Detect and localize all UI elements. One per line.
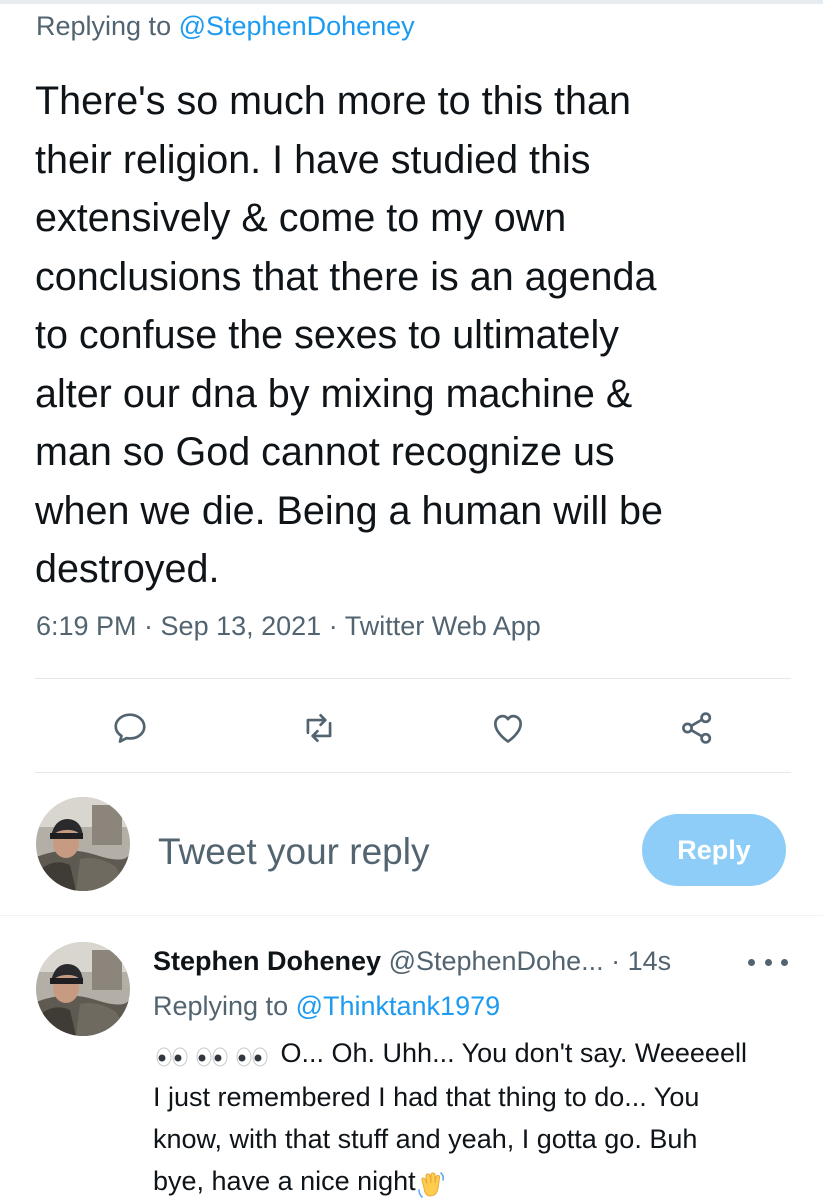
divider: [0, 915, 823, 916]
eyes-emoji: [153, 1034, 191, 1076]
more-options-icon[interactable]: [748, 950, 788, 974]
reply-icon: [114, 713, 146, 743]
avatar-photo: [36, 797, 130, 891]
divider: [35, 678, 791, 679]
reply-author-avatar[interactable]: [36, 942, 130, 1036]
reply-text-first: O... Oh. Uhh... You don't say. Weeeeell: [280, 1038, 747, 1068]
reply-replying-to: Replying to @Thinktank1979: [153, 988, 500, 1024]
tweet-text: There's so much more to this than their …: [35, 72, 795, 599]
top-separator: [0, 0, 823, 4]
replying-to-prefix: Replying to: [36, 11, 179, 41]
reply-separator: ·: [603, 946, 628, 976]
reply-author-handle[interactable]: @StephenDohe...: [389, 946, 604, 976]
reply-text-line: O... Oh. Uhh... You don't say. Weeeeell: [153, 1032, 803, 1076]
eyes-emoji: [233, 1034, 271, 1076]
replying-to: Replying to @StephenDoheney: [36, 8, 415, 44]
reply-action-button[interactable]: [108, 706, 152, 750]
tweet-reply-input[interactable]: [158, 828, 598, 876]
tweet-text-line: extensively & come to my own: [35, 196, 567, 240]
tweet-text-line: conclusions that there is an agenda: [35, 254, 657, 299]
reply-time[interactable]: 14s: [628, 946, 672, 976]
tweet-timestamp[interactable]: 6:19 PM · Sep 13, 2021 · Twitter Web App: [36, 608, 541, 644]
reply-text: O... Oh. Uhh... You don't say. Weeeeell …: [153, 1032, 803, 1204]
reply-header: Stephen Doheney @StephenDohe... · 14s: [153, 943, 671, 979]
heart-icon: [493, 714, 523, 743]
reply-text-line: bye, have a nice night: [153, 1160, 803, 1204]
reply-text-last: bye, have a nice night: [153, 1165, 416, 1196]
tweet-text-line: when we die. Being a human will be: [35, 488, 663, 533]
replying-to-handle-link[interactable]: @StephenDoheney: [179, 11, 415, 41]
retweet-icon: [306, 713, 332, 743]
tweet-text-line: their religion. I have studied this: [35, 137, 591, 182]
divider: [35, 772, 791, 773]
like-action-button[interactable]: [486, 706, 530, 750]
eyes-emoji: [193, 1034, 231, 1076]
dot: [781, 958, 788, 966]
retweet-action-button[interactable]: [297, 706, 341, 750]
tweet-text-line: destroyed.: [35, 547, 220, 591]
reply-text-line: know, with that stuff and yeah, I gotta …: [153, 1123, 698, 1154]
reply-button[interactable]: Reply: [642, 814, 786, 886]
tweet-text-line: to confuse the sexes to ultimately: [35, 313, 620, 357]
dot: [748, 958, 755, 966]
waving-hand-emoji: [416, 1162, 446, 1204]
replying-to-handle-link[interactable]: @Thinktank1979: [296, 991, 501, 1021]
reply-text-line: I just remembered I had that thing to do…: [153, 1081, 700, 1112]
dot: [764, 958, 772, 966]
composer-avatar[interactable]: [36, 797, 130, 891]
avatar-photo: [36, 942, 130, 1036]
replying-to-prefix: Replying to: [153, 991, 296, 1021]
tweet-text-line: There's so much more to this than: [35, 79, 631, 123]
tweet-text-line: alter our dna by mixing machine &: [35, 371, 633, 416]
tweet-text-line: man so God cannot recognize us: [35, 430, 615, 474]
share-action-button[interactable]: [675, 706, 719, 750]
share-icon: [682, 712, 712, 744]
reply-author-name[interactable]: Stephen Doheney: [153, 946, 381, 976]
